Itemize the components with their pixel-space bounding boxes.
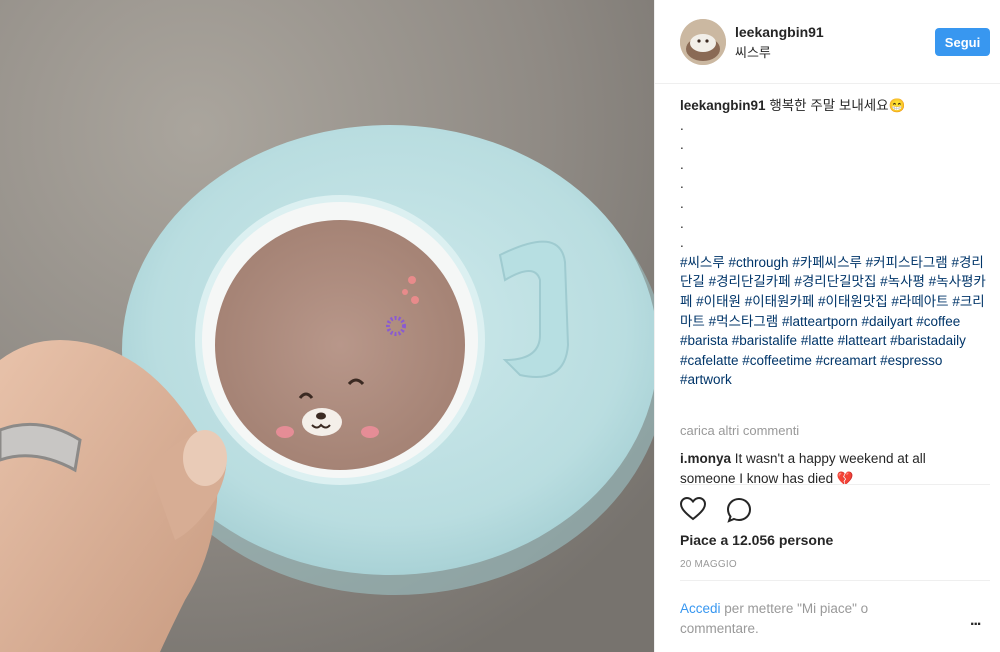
latte-art-image [0,0,654,652]
more-options-icon[interactable]: ... [970,612,981,630]
header-location[interactable]: 씨스루 [735,42,771,61]
post-side-panel: leekangbin91 씨스루 Segui leekangbin91 행복한 … [654,0,1000,652]
caption: leekangbin91 행복한 주말 보내세요😁 . . . . . . . … [680,96,990,390]
login-link[interactable]: Accedi [680,601,721,616]
caption-dot: . [680,117,684,133]
login-prompt: Accedi per mettere "Mi piace" o commenta… [680,599,930,639]
caption-dot: . [680,235,684,251]
caption-dot: . [680,215,684,231]
load-more-comments[interactable]: carica altri commenti [680,423,799,438]
follow-button[interactable]: Segui [935,28,990,56]
post-photo[interactable] [0,0,654,652]
caption-dot: . [680,137,684,153]
avatar[interactable] [680,19,726,65]
caption-hashtags[interactable]: #씨스루 #cthrough #카페씨스루 #커피스타그램 #경리단길 #경리단… [680,253,990,390]
post-date[interactable]: 20 MAGGIO [680,559,737,570]
comment-icon[interactable] [726,497,752,523]
comment: i.monya It wasn't a happy weekend at all… [680,449,980,489]
login-divider [680,580,990,581]
comment-username[interactable]: i.monya [680,451,731,466]
caption-emoji: 😁 [888,98,906,113]
caption-username[interactable]: leekangbin91 [680,98,766,113]
caption-dot: . [680,156,684,172]
post-header: leekangbin91 씨스루 Segui [655,0,1000,84]
caption-dot: . [680,195,684,211]
caption-dot: . [680,176,684,192]
actions-divider [680,484,990,486]
header-username[interactable]: leekangbin91 [735,24,824,40]
heart-icon[interactable] [680,497,706,521]
caption-text: 행복한 주말 보내세요 [769,98,889,113]
likes-count[interactable]: Piace a 12.056 persone [680,532,833,548]
